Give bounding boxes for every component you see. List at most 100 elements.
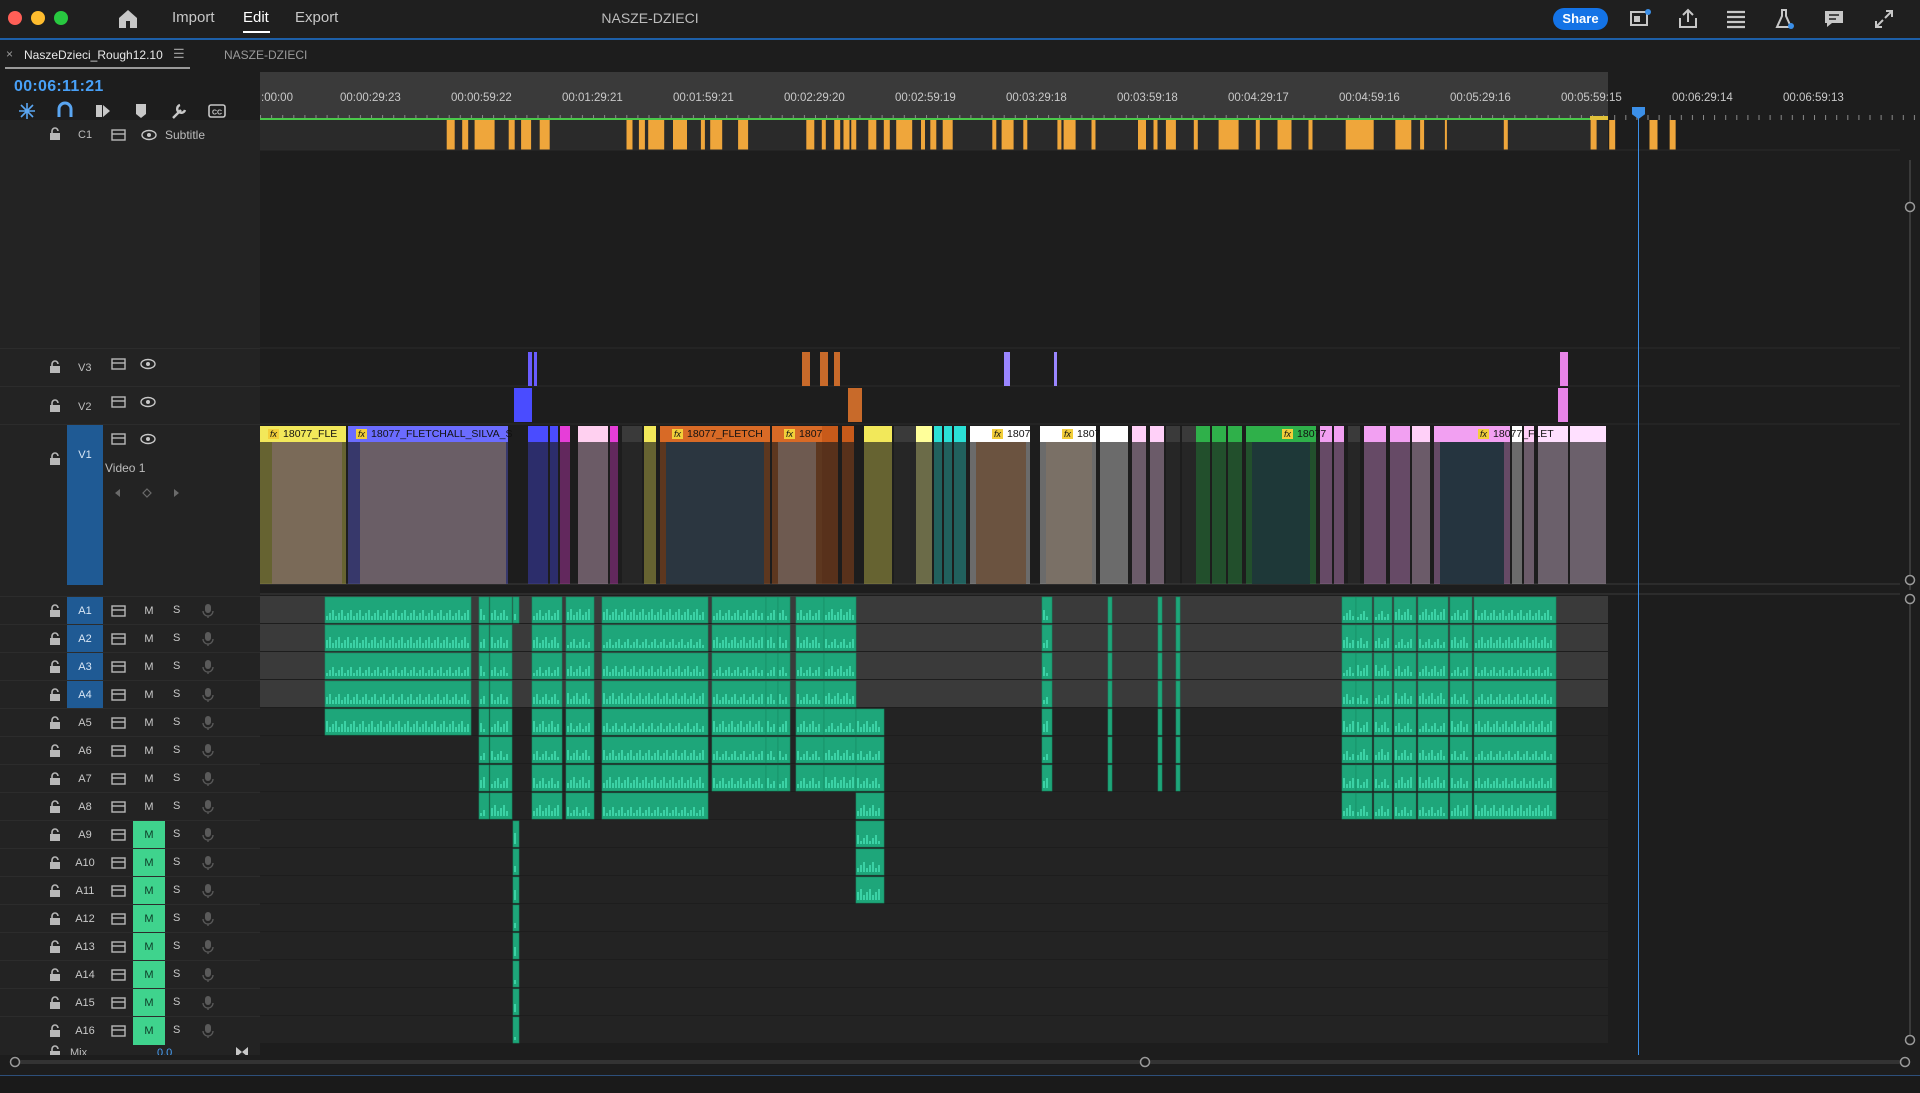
mute-button[interactable]: M bbox=[133, 632, 165, 646]
lock-icon[interactable] bbox=[48, 856, 62, 870]
subtitle-clip[interactable] bbox=[806, 120, 815, 150]
mute-button[interactable]: M bbox=[133, 933, 165, 961]
audio-clip[interactable] bbox=[324, 596, 472, 624]
beta-flask-icon[interactable] bbox=[1772, 7, 1796, 31]
v1-clip-header[interactable] bbox=[1348, 426, 1360, 442]
v1-clip[interactable] bbox=[1182, 442, 1196, 584]
lock-icon[interactable] bbox=[48, 604, 62, 618]
subtitle-clip[interactable] bbox=[700, 120, 705, 150]
mute-button[interactable]: M bbox=[133, 604, 165, 618]
lock-icon[interactable] bbox=[48, 800, 62, 814]
lock-icon[interactable] bbox=[48, 968, 62, 982]
subtitle-clip[interactable] bbox=[508, 120, 515, 150]
audio-lane[interactable] bbox=[260, 932, 1608, 959]
horizontal-zoom-handles[interactable] bbox=[0, 1055, 1920, 1069]
sync-lock-icon[interactable] bbox=[111, 717, 126, 729]
mute-button[interactable]: M bbox=[133, 821, 165, 849]
subtitle-clip[interactable] bbox=[1395, 120, 1412, 150]
share-export-icon[interactable] bbox=[1676, 7, 1700, 31]
audio-clip[interactable] bbox=[1157, 652, 1163, 680]
subtitle-clip[interactable] bbox=[638, 120, 645, 150]
lock-icon[interactable] bbox=[48, 688, 62, 702]
audio-clip[interactable] bbox=[1373, 624, 1393, 652]
subtitle-clip[interactable] bbox=[1091, 120, 1096, 150]
v1-clip[interactable] bbox=[944, 442, 952, 584]
subtitle-clip[interactable] bbox=[1001, 120, 1014, 150]
track-target-a13[interactable]: A13 bbox=[67, 933, 103, 961]
subtitle-clip[interactable] bbox=[1023, 120, 1028, 150]
microphone-icon[interactable] bbox=[202, 995, 214, 1011]
v1-clip[interactable] bbox=[528, 442, 548, 584]
track-target-a5[interactable]: A5 bbox=[67, 709, 103, 737]
linked-selection-icon[interactable] bbox=[93, 101, 113, 121]
audio-clip[interactable] bbox=[324, 652, 472, 680]
v1-clip[interactable] bbox=[1348, 442, 1360, 584]
lock-icon[interactable] bbox=[48, 360, 62, 374]
mute-button[interactable]: M bbox=[133, 961, 165, 989]
mute-button[interactable]: M bbox=[133, 660, 165, 674]
v1-clip-header[interactable] bbox=[1390, 426, 1410, 442]
audio-clip[interactable] bbox=[324, 680, 472, 708]
mute-button[interactable]: M bbox=[133, 905, 165, 933]
audio-clip[interactable] bbox=[1157, 764, 1163, 792]
audio-clip[interactable] bbox=[1175, 680, 1181, 708]
audio-clip[interactable] bbox=[1157, 708, 1163, 736]
subtitle-clip[interactable] bbox=[1193, 120, 1198, 150]
v3-clip[interactable] bbox=[1054, 352, 1057, 386]
mute-button[interactable]: M bbox=[133, 1017, 165, 1045]
solo-button[interactable]: S bbox=[173, 996, 180, 1008]
solo-button[interactable]: S bbox=[173, 828, 180, 840]
sync-lock-icon[interactable] bbox=[111, 745, 126, 757]
sync-lock-icon[interactable] bbox=[111, 857, 126, 869]
sync-lock-icon[interactable] bbox=[111, 661, 126, 673]
subtitle-clip[interactable] bbox=[1345, 120, 1374, 150]
v1-clip[interactable] bbox=[550, 442, 558, 584]
subtitle-clip[interactable] bbox=[673, 120, 687, 150]
audio-lane[interactable] bbox=[260, 1016, 1608, 1043]
v1-clip[interactable] bbox=[1412, 442, 1430, 584]
v1-clip[interactable] bbox=[1100, 442, 1128, 584]
audio-clip[interactable] bbox=[1373, 596, 1393, 624]
audio-clip[interactable] bbox=[1175, 736, 1181, 764]
microphone-icon[interactable] bbox=[202, 883, 214, 899]
tab-sequence-rough[interactable]: NaszeDzieci_Rough12.10 bbox=[24, 48, 163, 62]
v1-clip[interactable] bbox=[842, 442, 854, 584]
subtitle-clip[interactable] bbox=[1308, 120, 1313, 150]
time-ruler[interactable]: :00:00 00:00:29:23 00:00:59:22 00:01:29:… bbox=[260, 72, 1920, 120]
v3-clip[interactable] bbox=[820, 352, 828, 386]
v1-clip[interactable] bbox=[934, 442, 942, 584]
subtitle-clip[interactable] bbox=[834, 120, 841, 150]
lock-icon[interactable] bbox=[48, 660, 62, 674]
microphone-icon[interactable] bbox=[202, 939, 214, 955]
subtitle-clip[interactable] bbox=[474, 120, 495, 150]
v1-clip-header[interactable] bbox=[944, 426, 952, 442]
subtitle-clip[interactable] bbox=[868, 120, 877, 150]
sync-lock-icon[interactable] bbox=[111, 129, 126, 141]
audio-clip[interactable] bbox=[1107, 764, 1113, 792]
subtitle-clip[interactable] bbox=[1503, 120, 1508, 150]
audio-lane[interactable] bbox=[260, 988, 1608, 1015]
tab-close-icon[interactable]: × bbox=[6, 47, 13, 61]
subtitle-clip[interactable] bbox=[710, 120, 723, 150]
audio-clip[interactable] bbox=[1107, 652, 1113, 680]
lock-icon[interactable] bbox=[48, 399, 62, 413]
audio-clip[interactable] bbox=[1157, 624, 1163, 652]
track-target-v1[interactable]: V1 bbox=[67, 425, 103, 585]
audio-clip[interactable] bbox=[1373, 652, 1393, 680]
mute-button[interactable]: M bbox=[133, 849, 165, 877]
audio-clip[interactable] bbox=[1373, 792, 1393, 820]
v1-clip-header[interactable] bbox=[578, 426, 608, 442]
v1-clip-header[interactable] bbox=[610, 426, 618, 442]
timeline-clips[interactable] bbox=[260, 120, 1908, 1055]
v3-clip[interactable] bbox=[1560, 352, 1568, 386]
v1-clip-header[interactable] bbox=[1228, 426, 1242, 442]
subtitle-clip[interactable] bbox=[896, 120, 913, 150]
lock-icon[interactable] bbox=[48, 716, 62, 730]
audio-clip[interactable] bbox=[1157, 596, 1163, 624]
solo-button[interactable]: S bbox=[173, 604, 180, 616]
solo-button[interactable]: S bbox=[173, 772, 180, 784]
v1-clip-header[interactable] bbox=[644, 426, 656, 442]
subtitle-clip[interactable] bbox=[462, 120, 469, 150]
subtitle-clip[interactable] bbox=[626, 120, 633, 150]
v1-thumbnail[interactable] bbox=[1252, 442, 1310, 584]
